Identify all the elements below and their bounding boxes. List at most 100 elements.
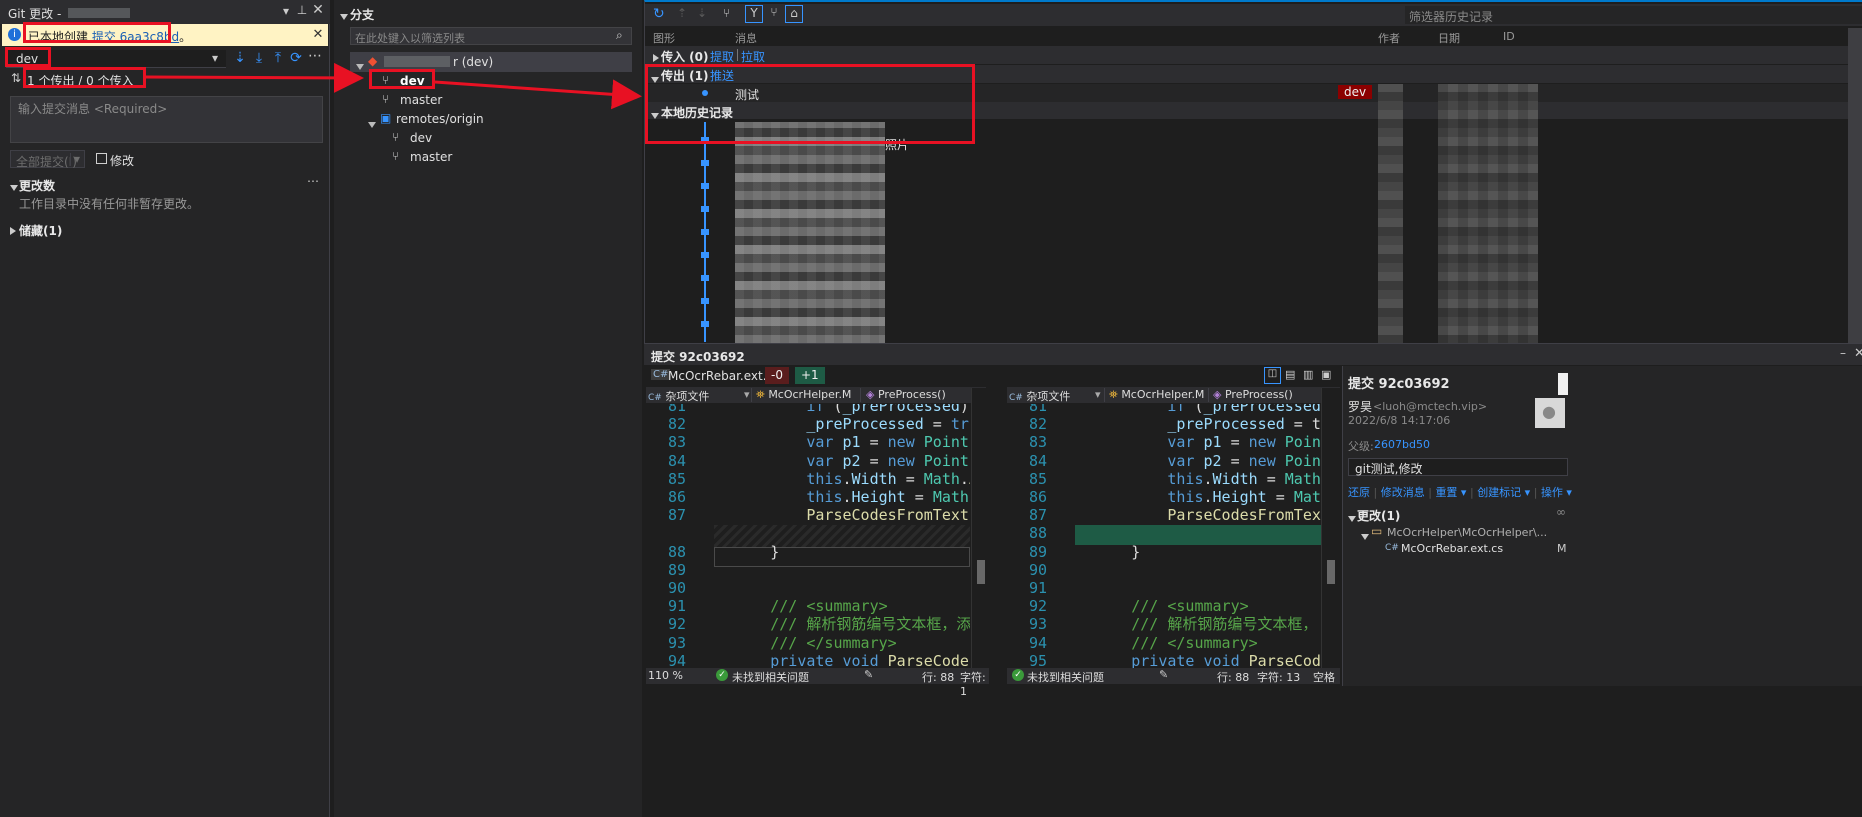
- close-icon[interactable]: ✕: [312, 2, 324, 18]
- next-icon[interactable]: ⇣: [697, 6, 707, 20]
- graph-options-icon[interactable]: ⑂: [723, 6, 730, 20]
- pull-link[interactable]: 拉取: [741, 48, 765, 65]
- remote-branch-master[interactable]: ⑂ master: [392, 148, 632, 167]
- right-issues[interactable]: 未找到相关问题: [1027, 669, 1104, 685]
- push-icon[interactable]: ⤒: [271, 50, 285, 66]
- revert-action[interactable]: 还原: [1348, 486, 1370, 499]
- side-tab-stub[interactable]: [1558, 373, 1568, 395]
- col-author[interactable]: 作者: [1378, 30, 1400, 46]
- push-link[interactable]: 推送: [710, 67, 734, 84]
- repo-row[interactable]: ◆ r (dev): [350, 52, 632, 72]
- right-code-line[interactable]: 82 _preProcessed = tru: [1007, 415, 1321, 433]
- outgoing-commit-row[interactable]: 测试 dev: [645, 84, 1862, 102]
- remote-expander[interactable]: [368, 117, 376, 131]
- left-method-dropdown[interactable]: ◈ PreProcess(): [866, 388, 976, 402]
- edit-message-action[interactable]: 修改消息: [1381, 486, 1425, 499]
- history-filter-input[interactable]: 筛选器历史记录: [1405, 6, 1862, 24]
- left-code-line[interactable]: 94 private void ParseCodesF: [646, 652, 970, 668]
- col-message[interactable]: 消息: [735, 30, 757, 46]
- right-code-line[interactable]: 85 this.Width = Math.: [1007, 470, 1321, 488]
- local-branch-toggle-icon[interactable]: Y: [745, 5, 763, 23]
- minimize-icon[interactable]: –: [1840, 346, 1846, 360]
- brush-icon[interactable]: ✎: [864, 668, 873, 681]
- brush-icon[interactable]: ✎: [1159, 668, 1168, 681]
- zoom-level[interactable]: 110 %: [648, 669, 683, 682]
- left-code-line[interactable]: 90: [646, 579, 970, 597]
- pin-icon[interactable]: ⊥: [296, 3, 308, 17]
- remote-origin-row[interactable]: ▣ remotes/origin: [362, 110, 632, 129]
- left-code-line[interactable]: 81 if (_preProcessed) r: [646, 404, 970, 415]
- col-date[interactable]: 日期: [1438, 30, 1460, 46]
- inline-view-icon[interactable]: ▤: [1285, 368, 1295, 381]
- col-graph[interactable]: 图形: [653, 30, 675, 46]
- incoming-expander[interactable]: [653, 51, 659, 65]
- pull-icon[interactable]: ⤓: [252, 50, 266, 66]
- left-code-line[interactable]: 89: [646, 561, 970, 579]
- reset-action[interactable]: 重置 ▾: [1435, 486, 1466, 499]
- commit-message-box[interactable]: git测试,修改: [1348, 458, 1568, 476]
- side-by-side-icon[interactable]: ◫: [1264, 367, 1281, 384]
- right-only-icon[interactable]: ▣: [1321, 368, 1331, 381]
- branch-selector[interactable]: dev ▾: [6, 50, 226, 68]
- right-code-pane[interactable]: 81 if (_preProcessed)82 _preProcessed = …: [1007, 404, 1321, 668]
- left-code-line[interactable]: 91 /// <summary>: [646, 597, 970, 615]
- fetch-icon[interactable]: ⇣: [233, 50, 247, 66]
- whitespace-mode[interactable]: 空格: [1313, 669, 1335, 685]
- diff-file-name[interactable]: McOcrRebar.ext.cs: [668, 369, 779, 383]
- branch-item-master[interactable]: ⑂ master: [376, 91, 632, 110]
- commit-dropdown-icon[interactable]: ▾: [74, 152, 80, 166]
- left-only-icon[interactable]: ▥: [1303, 368, 1313, 381]
- changed-file-name[interactable]: McOcrRebar.ext.cs: [1401, 542, 1503, 555]
- folder-expander[interactable]: [1361, 529, 1369, 543]
- repo-expander[interactable]: [356, 59, 364, 73]
- col-id[interactable]: ID: [1503, 30, 1515, 43]
- actions-menu[interactable]: 操作 ▾: [1541, 486, 1572, 499]
- left-code-pane[interactable]: 81 if (_preProcessed) r82 _preProcessed …: [646, 404, 970, 668]
- left-scope-dropdown[interactable]: C# 杂项文件 ▾: [648, 388, 752, 403]
- create-tag-action[interactable]: 创建标记 ▾: [1477, 486, 1530, 499]
- left-class-dropdown[interactable]: ⛯ McOcrHelper.M: [756, 388, 861, 402]
- right-scrollbar[interactable]: [1321, 388, 1340, 668]
- commit-message-input[interactable]: 输入提交消息 <Required>: [10, 96, 323, 143]
- incoming-section[interactable]: 传入 (0) 提取 拉取: [645, 46, 1862, 64]
- stash-expander[interactable]: [10, 224, 16, 238]
- changes-expander[interactable]: [1348, 511, 1356, 525]
- close-commit-icon[interactable]: ✕: [1854, 346, 1862, 361]
- more-icon[interactable]: ⋯: [308, 48, 322, 64]
- outgoing-section[interactable]: 传出 (1) 推送: [645, 65, 1862, 83]
- right-code-line[interactable]: 87 ParseCodesFromText: [1007, 506, 1321, 524]
- left-code-line[interactable]: 93 /// </summary>: [646, 634, 970, 652]
- right-scope-dropdown[interactable]: C# 杂项文件 ▾: [1009, 388, 1105, 403]
- parent-link[interactable]: 2607bd50: [1374, 438, 1430, 451]
- right-code-line[interactable]: 94 /// </summary>: [1007, 634, 1321, 652]
- close-notice-icon[interactable]: ✕: [312, 27, 324, 42]
- changes-more-icon[interactable]: ⋯: [307, 174, 319, 188]
- remote-branch-dev[interactable]: ⑂ dev: [392, 129, 632, 148]
- changes-expander[interactable]: [10, 180, 18, 194]
- commit-link[interactable]: 提交 6aa3c8bd: [92, 30, 179, 44]
- left-code-line[interactable]: 85 this.Width = Math.Ab: [646, 470, 970, 488]
- left-code-line[interactable]: 82 _preProcessed = true: [646, 415, 970, 433]
- right-method-dropdown[interactable]: ◈ PreProcess(): [1213, 388, 1338, 402]
- left-code-line[interactable]: [646, 524, 970, 542]
- right-code-line[interactable]: 89 }: [1007, 543, 1321, 561]
- right-code-line[interactable]: 84 var p2 = new Point: [1007, 452, 1321, 470]
- prev-icon[interactable]: ⇡: [677, 6, 687, 20]
- fetch-link[interactable]: 提取: [710, 48, 734, 65]
- left-code-line[interactable]: 83 var p1 = new Point((: [646, 433, 970, 451]
- right-code-line[interactable]: 91: [1007, 579, 1321, 597]
- folder-path[interactable]: McOcrHelper\McOcrHelper\...: [1387, 526, 1547, 539]
- remote-branch-toggle-icon[interactable]: ⑂: [765, 5, 783, 23]
- left-code-line[interactable]: 92 /// 解析钢筋编号文本框，添: [646, 615, 970, 633]
- right-code-line[interactable]: 90: [1007, 561, 1321, 579]
- left-code-line[interactable]: 86 this.Height = Math.A: [646, 488, 970, 506]
- right-scroll-thumb[interactable]: [1327, 560, 1335, 584]
- right-code-line[interactable]: 81 if (_preProcessed): [1007, 404, 1321, 415]
- left-code-line[interactable]: 87 ParseCodesFromTextBo: [646, 506, 970, 524]
- sync-status-link[interactable]: 1 个传出 / 0 个传入: [27, 72, 134, 89]
- commit-all-button[interactable]: 全部提交(I) ▾: [10, 150, 85, 169]
- right-code-line[interactable]: 88: [1007, 524, 1321, 542]
- branches-expander[interactable]: [340, 9, 348, 23]
- stash-header[interactable]: 储藏(1): [19, 222, 62, 239]
- right-code-line[interactable]: 83 var p1 = new Point: [1007, 433, 1321, 451]
